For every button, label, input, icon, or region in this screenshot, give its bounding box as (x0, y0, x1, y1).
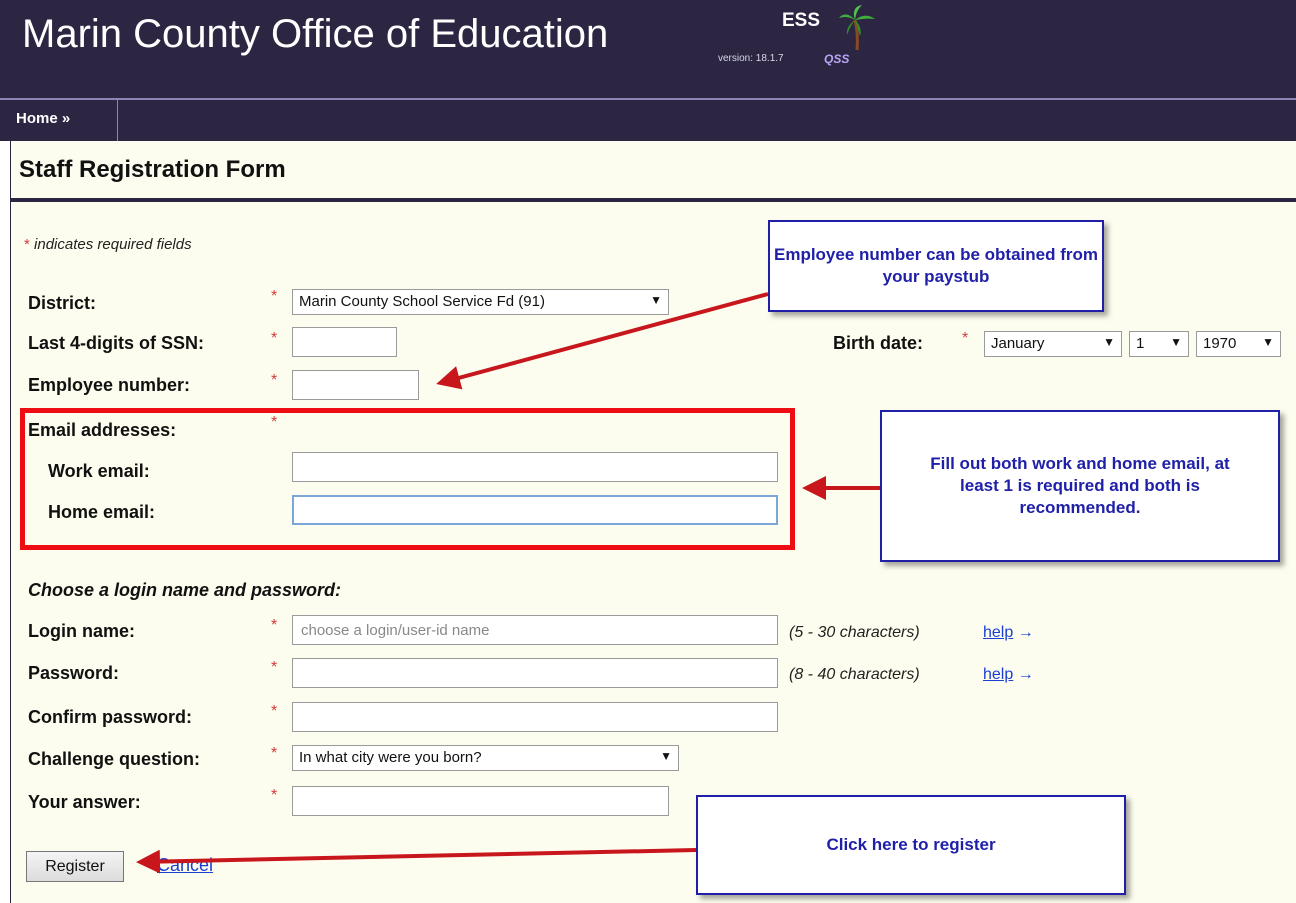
password-required-star: * (271, 659, 278, 676)
nav-home-link[interactable]: Home » (16, 110, 70, 127)
password-help-text[interactable]: help (983, 666, 1013, 683)
employee-number-input[interactable] (292, 370, 419, 400)
ssn-label: Last 4-digits of SSN: (28, 333, 205, 353)
challenge-question-select[interactable]: In what city were you born? ▼ (292, 745, 679, 771)
palm-tree-icon (839, 5, 875, 51)
dropdown-arrow-icon: ▼ (660, 749, 672, 763)
login-section-heading: Choose a login name and password: (28, 580, 342, 600)
district-label: District: (28, 293, 97, 313)
birth-year-value: 1970 (1203, 335, 1237, 352)
title-divider (10, 198, 1296, 202)
login-length-hint: (5 - 30 characters) (789, 624, 920, 641)
password-help-link[interactable]: help → (983, 666, 1034, 684)
birth-year-select[interactable]: 1970 ▼ (1196, 331, 1281, 357)
dropdown-arrow-icon: ▼ (650, 293, 662, 307)
register-button[interactable]: Register (26, 851, 124, 882)
employee-number-label: Employee number: (28, 375, 191, 395)
arrow-right-icon: → (1017, 666, 1034, 683)
employee-required-star: * (271, 372, 278, 389)
challenge-required-star: * (271, 745, 278, 762)
nav-bar: Home » (0, 98, 1296, 141)
birthdate-label: Birth date: (833, 333, 923, 353)
birth-month-value: January (991, 335, 1045, 352)
confirm-password-input[interactable] (292, 702, 778, 732)
challenge-question-label: Challenge question: (28, 749, 201, 769)
login-name-label: Login name: (28, 621, 135, 641)
answer-input[interactable] (292, 786, 669, 816)
answer-required-star: * (271, 787, 278, 804)
arrow-right-icon: → (1017, 624, 1034, 641)
app-header: Marin County Office of Education ESS ver… (0, 0, 1296, 98)
dropdown-arrow-icon: ▼ (1170, 335, 1182, 349)
ssn-required-star: * (271, 330, 278, 347)
district-required-star: * (271, 288, 278, 305)
register-callout: Click here to register (696, 795, 1126, 895)
answer-label: Your answer: (28, 792, 141, 812)
login-help-link[interactable]: help → (983, 624, 1034, 642)
login-name-input[interactable] (292, 615, 778, 645)
site-title: Marin County Office of Education (22, 12, 609, 56)
email-highlight-box (20, 408, 795, 550)
version-label: version: 18.1.7 (718, 53, 784, 64)
page-title: Staff Registration Form (19, 156, 286, 183)
login-required-star: * (271, 617, 278, 634)
nav-separator (117, 100, 118, 141)
employee-number-callout: Employee number can be obtained from you… (768, 220, 1104, 312)
birthdate-required-star: * (962, 330, 969, 347)
brand-logo: QSS (824, 52, 850, 66)
birth-day-select[interactable]: 1 ▼ (1129, 331, 1189, 357)
password-label: Password: (28, 663, 120, 683)
district-select-value: Marin County School Service Fd (91) (299, 293, 545, 310)
district-select[interactable]: Marin County School Service Fd (91) ▼ (292, 289, 669, 315)
required-note-text: indicates required fields (34, 236, 192, 253)
login-help-text[interactable]: help (983, 624, 1013, 641)
cancel-link[interactable]: Cancel (157, 855, 213, 876)
ssn-input[interactable] (292, 327, 397, 357)
password-length-hint: (8 - 40 characters) (789, 666, 920, 683)
email-callout: Fill out both work and home email, at le… (880, 410, 1280, 562)
birth-day-value: 1 (1136, 335, 1145, 352)
required-note: * indicates required fields (24, 236, 192, 253)
birth-month-select[interactable]: January ▼ (984, 331, 1122, 357)
challenge-question-value: In what city were you born? (299, 749, 482, 766)
dropdown-arrow-icon: ▼ (1262, 335, 1274, 349)
required-star: * (24, 236, 30, 253)
dropdown-arrow-icon: ▼ (1103, 335, 1115, 349)
password-input[interactable] (292, 658, 778, 688)
app-name: ESS (782, 10, 821, 31)
confirm-password-label: Confirm password: (28, 707, 193, 727)
confirm-required-star: * (271, 703, 278, 720)
